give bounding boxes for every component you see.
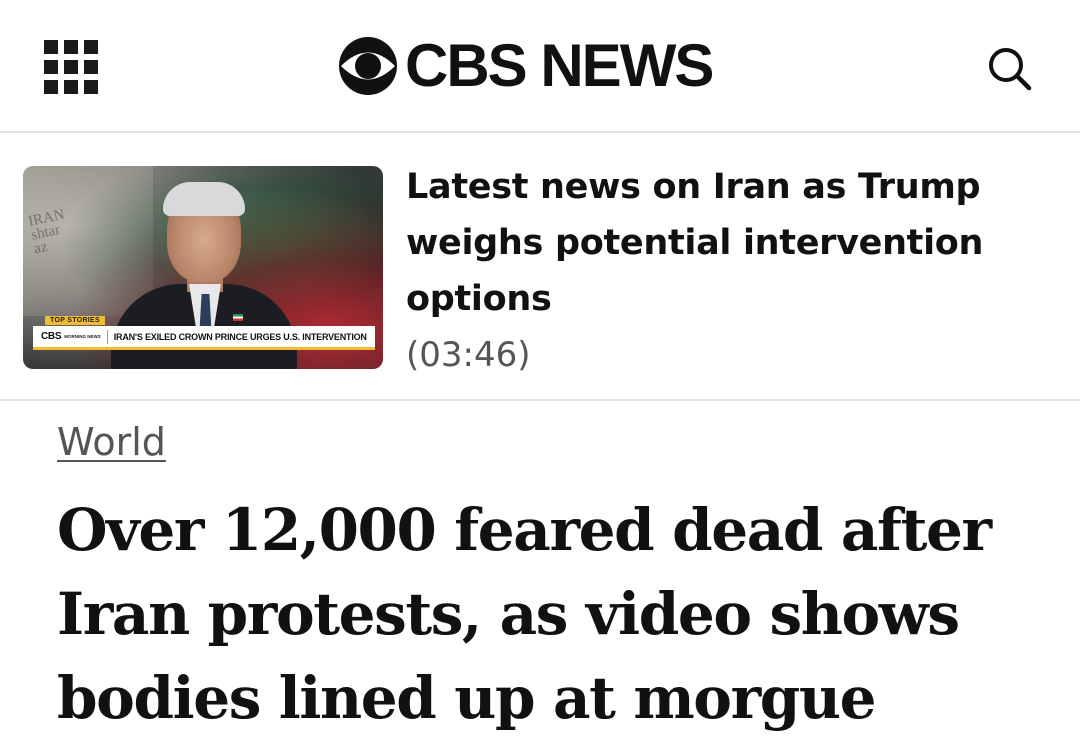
search-icon[interactable] — [985, 44, 1035, 94]
video-thumbnail[interactable]: IRAN shtar az TOP STORIES CBS MORNING NEWS… — [23, 166, 383, 369]
top-nav: CBS NEWS — [0, 0, 1080, 133]
chyron-logo: CBS — [41, 331, 62, 342]
grid-menu-icon[interactable] — [44, 40, 98, 94]
promo-headline-link[interactable]: Latest news on Iran as Trump weighs pote… — [406, 159, 1046, 327]
brand-name: CBS NEWS — [405, 32, 714, 99]
chyron-logo-sub: MORNING NEWS — [64, 334, 101, 339]
chyron-headline: IRAN'S EXILED CROWN PRINCE URGES U.S. IN… — [113, 331, 367, 342]
flag-pin — [233, 314, 243, 321]
cbs-eye-icon — [339, 37, 397, 95]
chyron-divider — [106, 329, 108, 344]
video-promo: IRAN shtar az TOP STORIES CBS MORNING NEWS… — [0, 133, 1080, 401]
cbs-news-logo[interactable]: CBS NEWS — [337, 32, 714, 99]
anchor-hair — [163, 182, 245, 216]
video-duration: (03:46) — [406, 335, 531, 375]
section-link-world[interactable]: World — [57, 420, 166, 464]
article-headline: Over 12,000 feared dead after Iran prote… — [57, 496, 992, 732]
news-chyron: CBS MORNING NEWS IRAN'S EXILED CROWN PRI… — [33, 326, 375, 350]
background-texture: IRAN shtar az — [26, 206, 67, 258]
top-stories-badge: TOP STORIES — [45, 316, 105, 325]
